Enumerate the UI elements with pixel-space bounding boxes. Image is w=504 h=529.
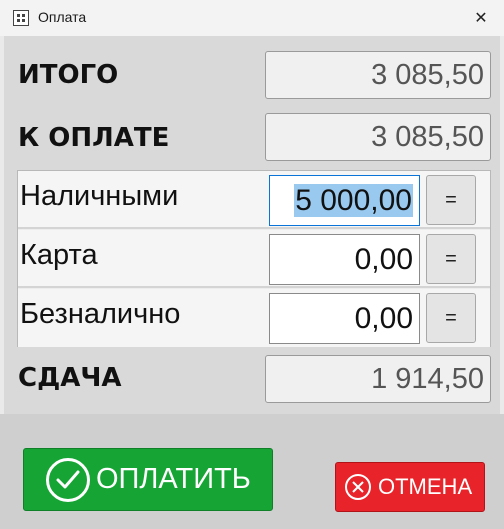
sdacha-label: СДАЧА	[18, 363, 122, 393]
card-fill-button[interactable]: =	[426, 234, 476, 284]
title-bar: Оплата ✕	[0, 0, 504, 36]
close-icon[interactable]: ✕	[458, 0, 504, 36]
k-oplate-value: 3 085,50	[265, 113, 491, 161]
card-amount-input[interactable]: 0,00	[269, 234, 420, 285]
payment-row-card: Карта 0,00 =	[18, 230, 490, 288]
cash-amount-input[interactable]: 5 000,00	[269, 175, 420, 226]
payment-row-cash: Наличными 5 000,00 =	[18, 171, 490, 229]
check-circle-icon	[46, 457, 90, 502]
cashless-amount-input[interactable]: 0,00	[269, 293, 420, 344]
pay-button[interactable]: ОПЛАТИТЬ	[23, 448, 273, 511]
window-title: Оплата	[38, 9, 87, 25]
itogo-label: ИТОГО	[18, 60, 119, 90]
payment-label-card: Карта	[20, 239, 98, 271]
payment-label-cashless: Безналично	[20, 298, 181, 330]
itogo-value: 3 085,50	[265, 51, 491, 99]
payment-label-cash: Наличными	[20, 180, 179, 212]
cash-amount-value: 5 000,00	[294, 184, 413, 217]
pay-button-label: ОПЛАТИТЬ	[96, 463, 251, 495]
cancel-button-label: ОТМЕНА	[378, 474, 473, 499]
cash-fill-button[interactable]: =	[426, 175, 476, 225]
x-circle-icon	[345, 474, 371, 500]
sdacha-value: 1 914,50	[265, 355, 491, 403]
window-app-icon	[13, 10, 29, 26]
k-oplate-label: К ОПЛАТЕ	[18, 123, 170, 153]
cashless-fill-button[interactable]: =	[426, 293, 476, 343]
payment-row-cashless: Безналично 0,00 =	[18, 289, 490, 347]
cancel-button[interactable]: ОТМЕНА	[335, 462, 485, 512]
payment-methods-table: Наличными 5 000,00 = Карта 0,00 = Безнал…	[17, 170, 491, 347]
